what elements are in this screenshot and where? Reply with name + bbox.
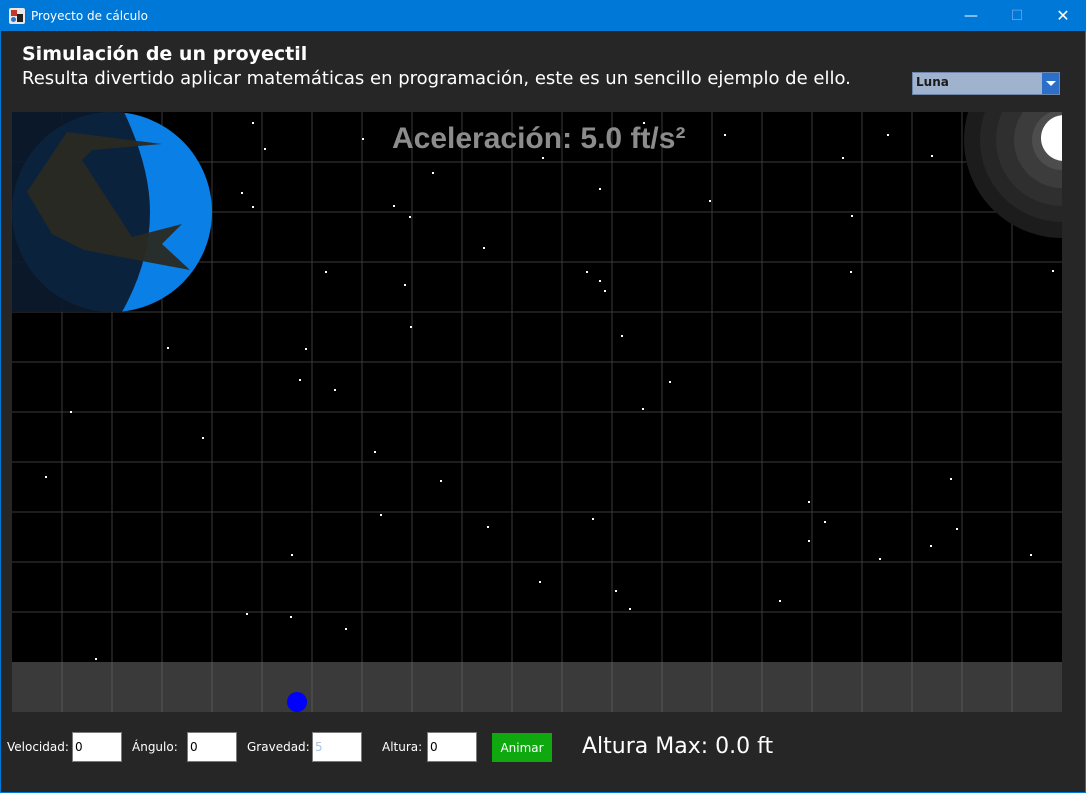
star — [1030, 554, 1032, 556]
star — [615, 590, 617, 592]
star — [592, 518, 594, 520]
star — [345, 628, 347, 630]
star — [724, 134, 726, 136]
star — [709, 200, 711, 202]
star — [669, 381, 671, 383]
animate-button[interactable]: Animar — [492, 733, 552, 762]
star — [334, 389, 336, 391]
star — [95, 658, 97, 660]
star — [599, 188, 601, 190]
star — [393, 205, 395, 207]
planet-illustration — [12, 112, 212, 312]
star — [950, 478, 952, 480]
minimize-button[interactable]: — — [948, 1, 994, 31]
star — [252, 122, 254, 124]
star — [483, 247, 485, 249]
ground-strip — [12, 662, 1062, 712]
star — [252, 206, 254, 208]
celestial-body-selected-value: Luna — [916, 75, 949, 89]
star — [842, 157, 844, 159]
star — [45, 476, 47, 478]
max-height-readout: Altura Max: 0.0 ft — [582, 734, 774, 759]
gravity-input — [312, 732, 362, 762]
projectile-ball — [287, 692, 307, 712]
ground-scene — [61, 662, 1013, 712]
star — [241, 192, 243, 194]
angle-input[interactable] — [187, 732, 237, 762]
velocity-label: Velocidad: — [7, 740, 69, 754]
sky-scene — [12, 112, 1062, 662]
gravity-label: Gravedad: — [247, 740, 310, 754]
star — [1052, 270, 1054, 272]
star — [374, 451, 376, 453]
star — [410, 326, 412, 328]
height-label: Altura: — [382, 740, 423, 754]
velocity-input[interactable] — [72, 732, 122, 762]
page-title: Simulación de un proyectil — [22, 43, 308, 65]
star — [290, 616, 292, 618]
star — [599, 280, 601, 282]
window-title: Proyecto de cálculo — [31, 9, 148, 23]
star — [586, 271, 588, 273]
star — [851, 215, 853, 217]
star — [621, 335, 623, 337]
star — [931, 155, 933, 157]
page-subtitle: Resulta divertido aplicar matemáticas en… — [22, 68, 851, 89]
chevron-down-icon[interactable] — [1042, 73, 1059, 94]
star — [930, 545, 932, 547]
star — [604, 290, 606, 292]
height-input[interactable] — [427, 732, 477, 762]
star — [642, 408, 644, 410]
star — [887, 134, 889, 136]
star — [404, 284, 406, 286]
star — [362, 138, 364, 140]
star — [824, 521, 826, 523]
star — [202, 437, 204, 439]
star — [325, 271, 327, 273]
angle-label: Ángulo: — [132, 740, 178, 754]
ground-grid — [61, 662, 1013, 712]
star — [956, 528, 958, 530]
star — [70, 411, 72, 413]
star — [808, 540, 810, 542]
title-bar: Proyecto de cálculo — ☐ ✕ — [1, 1, 1085, 31]
star — [409, 216, 411, 218]
app-icon — [9, 8, 25, 24]
star — [380, 514, 382, 516]
maximize-button[interactable]: ☐ — [994, 1, 1040, 31]
close-button[interactable]: ✕ — [1040, 1, 1086, 31]
star — [779, 600, 781, 602]
star — [167, 347, 169, 349]
app-window: Proyecto de cálculo — ☐ ✕ Simulación de … — [0, 0, 1086, 793]
star — [879, 558, 881, 560]
star — [808, 501, 810, 503]
star — [542, 157, 544, 159]
acceleration-readout: Aceleración: 5.0 ft/s² — [392, 122, 686, 155]
star — [246, 613, 248, 615]
star — [264, 148, 266, 150]
star — [850, 271, 852, 273]
star — [629, 608, 631, 610]
moon-glow — [964, 112, 1062, 238]
celestial-body-select[interactable]: Luna — [912, 72, 1060, 95]
star — [305, 348, 307, 350]
simulation-canvas: Aceleración: 5.0 ft/s² — [12, 112, 1062, 662]
star — [299, 379, 301, 381]
star — [291, 554, 293, 556]
star — [487, 526, 489, 528]
star — [539, 581, 541, 583]
star — [440, 480, 442, 482]
star — [432, 172, 434, 174]
